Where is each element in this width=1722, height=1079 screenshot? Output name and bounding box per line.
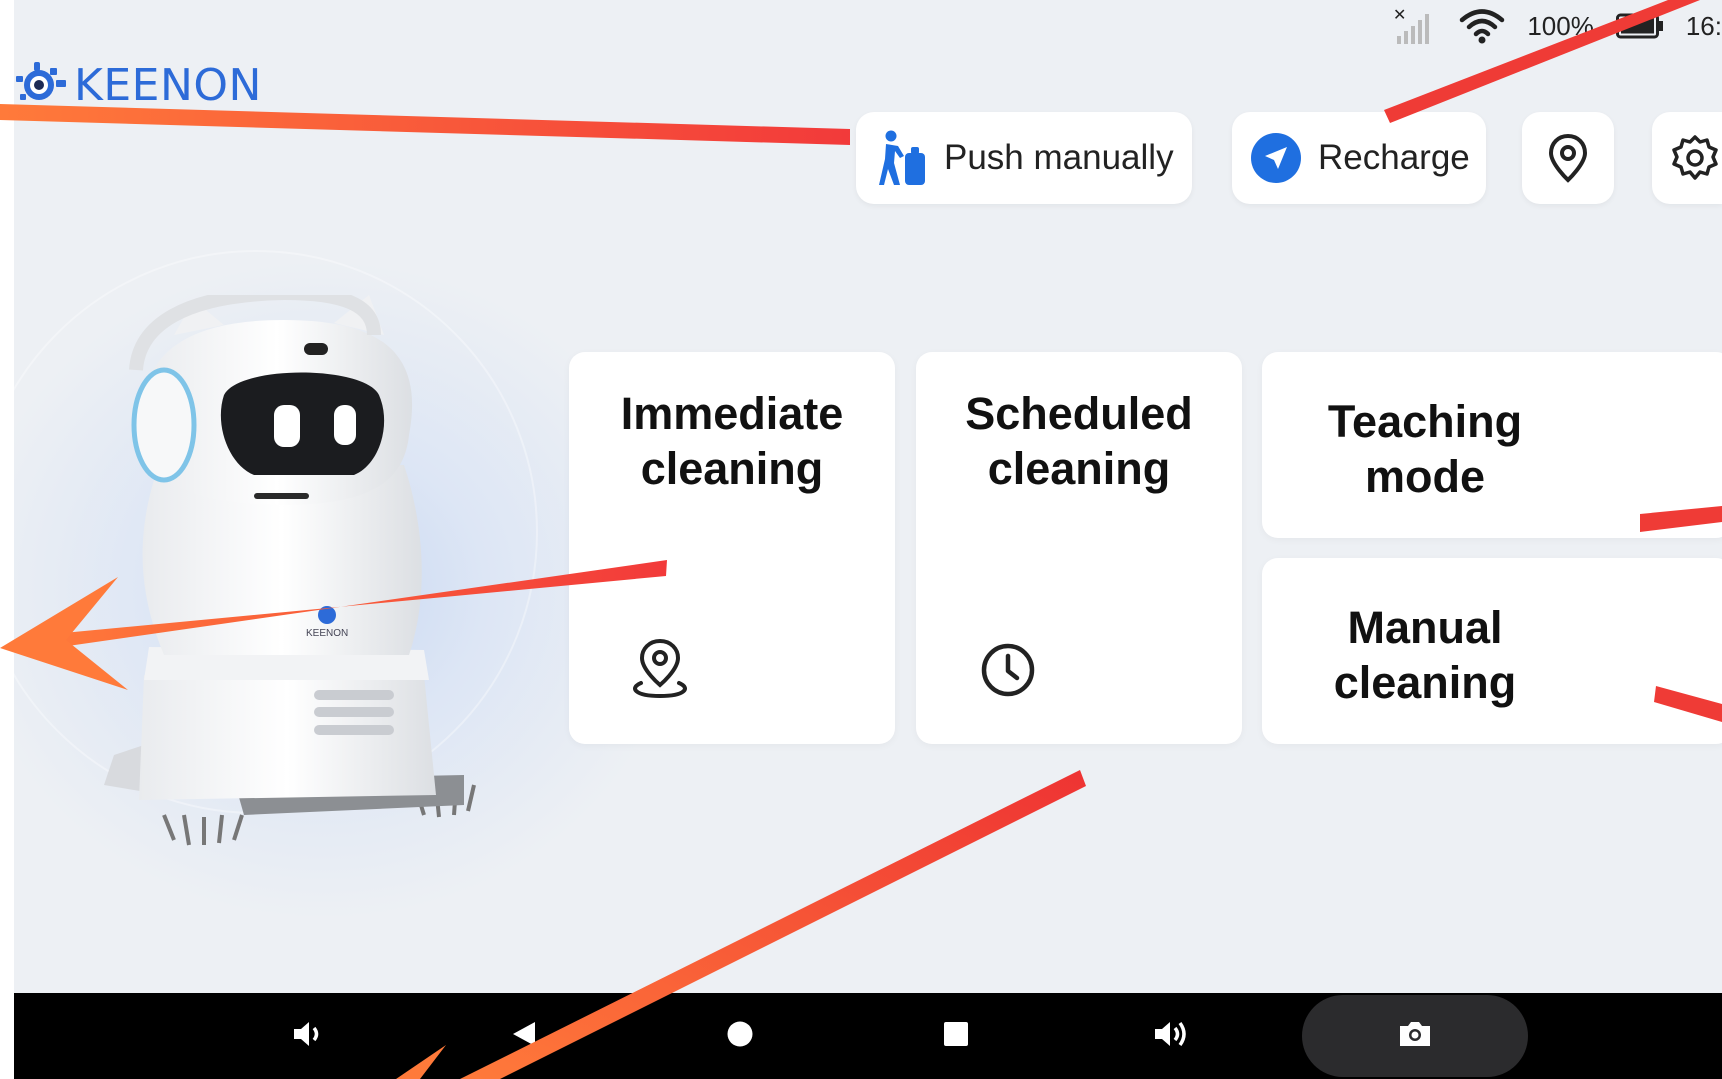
battery-percent: 100%	[1527, 10, 1594, 41]
back-button[interactable]	[494, 993, 554, 1079]
tablet-screen: ✕ 100% 16: KEENON Push manually Recharge…	[14, 0, 1722, 1079]
scheduled-cleaning-title: Scheduled cleaning	[965, 388, 1193, 494]
location-button[interactable]	[1522, 112, 1614, 204]
camera-icon	[1397, 1019, 1433, 1054]
scheduled-cleaning-card[interactable]: Scheduled cleaning	[916, 352, 1242, 744]
manual-cleaning-card[interactable]: Manual cleaning	[1262, 558, 1722, 744]
recharge-button[interactable]: Recharge	[1232, 112, 1486, 204]
gear-icon	[1670, 133, 1720, 183]
keenon-logo-icon	[14, 60, 68, 111]
immediate-cleaning-card[interactable]: Immediate cleaning	[569, 352, 895, 744]
push-person-icon	[878, 129, 928, 187]
logo-text: KEENON	[74, 60, 262, 111]
app-logo: KEENON	[14, 60, 262, 111]
clock-time: 16:	[1685, 10, 1722, 41]
teaching-mode-title: Teaching mode	[1327, 396, 1523, 502]
recharge-label: Recharge	[1318, 138, 1470, 177]
recents-icon	[942, 1020, 970, 1053]
status-bar: ✕ 100% 16:	[1393, 6, 1722, 46]
settings-button[interactable]	[1652, 112, 1722, 204]
volume-up-icon	[1152, 1017, 1192, 1056]
push-manually-label: Push manually	[944, 138, 1174, 177]
robot-brand-text: KEENON	[306, 628, 349, 639]
manual-cleaning-title: Manual cleaning	[1333, 602, 1517, 708]
location-pin-icon	[627, 638, 693, 703]
system-navigation-bar	[14, 993, 1722, 1079]
screenshot-button[interactable]	[1302, 995, 1528, 1077]
volume-up-button[interactable]	[1142, 993, 1202, 1079]
no-signal-icon: ✕	[1393, 6, 1437, 46]
home-button[interactable]	[710, 993, 770, 1079]
push-manually-button[interactable]: Push manually	[856, 112, 1192, 204]
app-root: ✕ 100% 16: KEENON Push manually Recharge…	[0, 0, 1722, 1079]
back-icon	[509, 1019, 539, 1054]
volume-down-icon	[290, 1018, 326, 1055]
navigation-arrow-icon	[1250, 132, 1302, 184]
recents-button[interactable]	[926, 993, 986, 1079]
teaching-mode-card[interactable]: Teaching mode	[1262, 352, 1722, 538]
location-pin-icon	[1547, 133, 1589, 183]
clock-icon	[980, 642, 1036, 703]
volume-down-button[interactable]	[278, 993, 338, 1079]
battery-icon	[1615, 13, 1664, 39]
home-icon	[726, 1020, 754, 1053]
immediate-cleaning-title: Immediate cleaning	[620, 388, 844, 494]
wifi-icon	[1459, 7, 1505, 45]
robot-illustration: KEENON	[44, 285, 524, 855]
svg-text:✕: ✕	[1393, 6, 1406, 24]
